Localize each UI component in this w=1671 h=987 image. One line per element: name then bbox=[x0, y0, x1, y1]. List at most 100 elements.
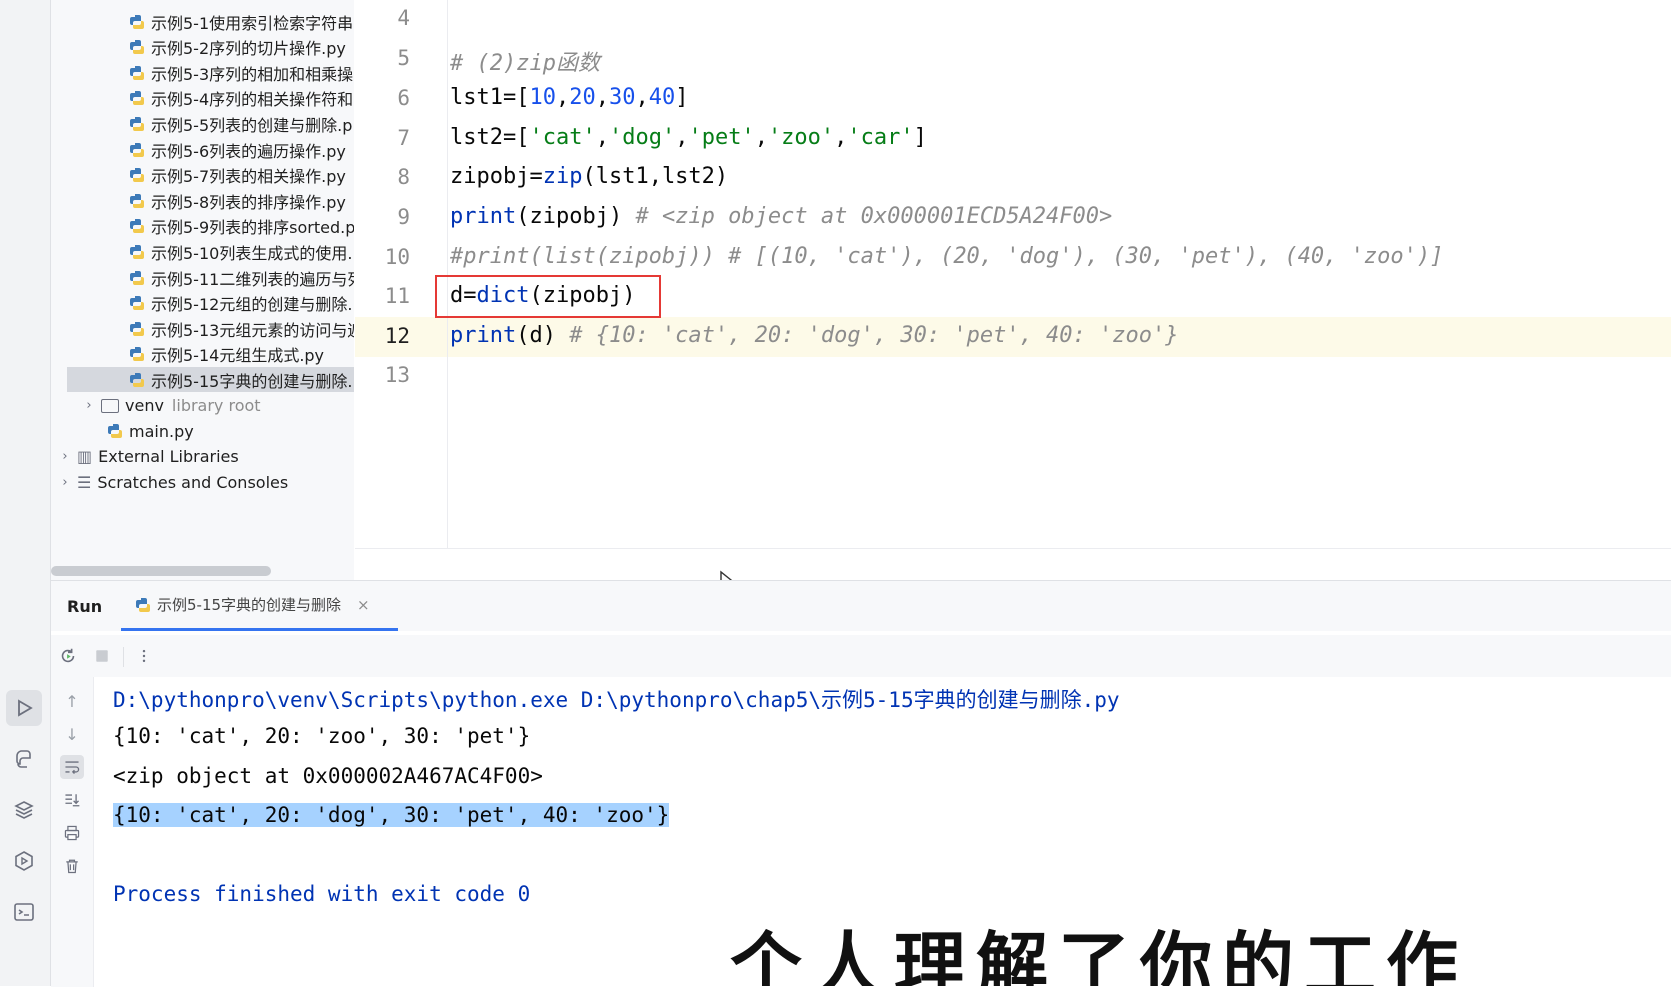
code-text: , bbox=[555, 85, 570, 110]
code-line-12[interactable]: print(d) # {10: 'cat', 20: 'dog', 30: 'p… bbox=[450, 323, 1179, 348]
code-string: 'dog' bbox=[608, 125, 676, 150]
code-text: (d) bbox=[516, 323, 570, 348]
project-file-item[interactable]: 示例5-13元组元素的访问与遍 bbox=[129, 316, 354, 341]
python-file-icon bbox=[130, 372, 144, 387]
python-file-icon bbox=[130, 14, 144, 29]
python-icon bbox=[16, 750, 31, 768]
file-name: 示例5-2序列的切片操作.py bbox=[151, 39, 346, 59]
project-file-item[interactable]: 示例5-3序列的相加和相乘操 bbox=[129, 60, 353, 85]
code-comment: #print(list(zipobj)) # [(10, 'cat'), (20… bbox=[450, 244, 1444, 269]
soft-wrap-icon bbox=[65, 761, 80, 775]
run-config-tab[interactable]: 示例5-15字典的创建与删除 × bbox=[121, 581, 398, 631]
code-text: (lst1,lst2) bbox=[582, 164, 729, 189]
python-file-icon bbox=[130, 116, 144, 131]
project-tree-scrollbar[interactable] bbox=[51, 566, 271, 576]
external-libraries-item[interactable]: › ▥ External Libraries bbox=[57, 444, 238, 469]
selected-text: {10: 'cat', 20: 'dog', 30: 'pet', 40: 'z… bbox=[113, 803, 670, 827]
stop-button[interactable] bbox=[91, 645, 113, 667]
terminal-icon bbox=[14, 903, 34, 921]
python-file-icon bbox=[130, 321, 144, 336]
scratches-and-consoles-item[interactable]: › ☰ Scratches and Consoles bbox=[57, 470, 288, 495]
toolbar-divider bbox=[123, 647, 124, 667]
file-name: 示例5-5列表的创建与删除.p bbox=[151, 115, 353, 135]
soft-wrap-button[interactable] bbox=[60, 755, 84, 779]
file-name: 示例5-9列表的排序sorted.p bbox=[151, 218, 354, 238]
folder-note: library root bbox=[171, 396, 261, 415]
close-icon[interactable]: × bbox=[357, 596, 370, 614]
code-text: (zipobj) bbox=[516, 204, 636, 229]
project-file-item[interactable]: 示例5-7列表的相关操作.py bbox=[129, 163, 346, 188]
project-file-item[interactable]: 示例5-15字典的创建与删除. bbox=[67, 367, 354, 393]
project-file-item[interactable]: 示例5-12元组的创建与删除. bbox=[129, 291, 352, 316]
code-line-7[interactable]: lst2=['cat','dog','pet','zoo','car'] bbox=[450, 125, 927, 150]
file-name: 示例5-11二维列表的遍历与列 bbox=[151, 269, 354, 289]
project-file-item[interactable]: 示例5-2序列的切片操作.py bbox=[129, 35, 346, 60]
run-tool-button[interactable] bbox=[6, 690, 42, 726]
services-tool-button[interactable] bbox=[6, 843, 42, 879]
rerun-button[interactable] bbox=[57, 645, 79, 667]
scroll-down-button[interactable]: ↓ bbox=[60, 722, 84, 746]
project-file-item[interactable]: 示例5-10列表生成式的使用. bbox=[129, 239, 352, 264]
project-file-item[interactable]: 示例5-1使用索引检索字符串 bbox=[129, 9, 353, 34]
terminal-tool-button[interactable] bbox=[6, 894, 42, 930]
project-file-item[interactable]: 示例5-5列表的创建与删除.p bbox=[129, 111, 352, 136]
console-command-line: D:\pythonpro\venv\Scripts\python.exe D:\… bbox=[113, 688, 1120, 712]
line-number: 4 bbox=[397, 6, 410, 30]
code-text: , bbox=[595, 125, 609, 150]
scroll-to-end-button[interactable] bbox=[60, 788, 84, 812]
code-comment: # (2)zip函数 bbox=[450, 51, 600, 76]
services-icon bbox=[15, 851, 33, 871]
chevron-right-icon: › bbox=[62, 449, 68, 465]
code-text: ] bbox=[675, 85, 689, 110]
console-output-line: <zip object at 0x000002A467AC4F00> bbox=[113, 764, 543, 788]
project-file-item[interactable]: main.py bbox=[107, 419, 194, 444]
file-name: 示例5-15字典的创建与删除. bbox=[151, 371, 353, 391]
code-text: , bbox=[635, 85, 649, 110]
project-file-item[interactable]: 示例5-8列表的排序操作.py bbox=[129, 188, 346, 213]
python-file-icon bbox=[130, 347, 144, 362]
subtitle-overlay: 个人理解了你的工作 bbox=[730, 905, 1490, 986]
code-builtin: zip bbox=[542, 164, 583, 189]
annotation-highlight-box bbox=[435, 275, 661, 318]
python-console-button[interactable] bbox=[6, 741, 42, 777]
tool-window-strip bbox=[0, 0, 51, 986]
python-file-icon bbox=[130, 244, 144, 259]
line-number: 13 bbox=[384, 363, 410, 387]
code-string: 'car' bbox=[847, 125, 914, 150]
code-line-10[interactable]: #print(list(zipobj)) # [(10, 'cat'), (20… bbox=[450, 244, 1443, 269]
printer-icon bbox=[64, 825, 80, 841]
code-text: , bbox=[754, 125, 768, 150]
project-file-item[interactable]: 示例5-6列表的遍历操作.py bbox=[129, 137, 346, 162]
scroll-up-button[interactable]: ↑ bbox=[60, 689, 84, 713]
project-file-item[interactable]: 示例5-4序列的相关操作符和 bbox=[129, 86, 353, 111]
code-line-6[interactable]: lst1=[10,20,30,40] bbox=[450, 85, 688, 110]
project-tree-panel: 示例5-1使用索引检索字符串示例5-2序列的切片操作.py 示例5-3序列的相加和… bbox=[51, 0, 354, 580]
code-comment: # <zip object at 0x000001ECD5A24F00> bbox=[635, 204, 1113, 229]
code-line-9[interactable]: print(zipobj) # <zip object at 0x000001E… bbox=[450, 204, 1112, 229]
file-name: 示例5-8列表的排序操作.py bbox=[151, 192, 346, 212]
code-number: 10 bbox=[529, 85, 556, 110]
code-text: , bbox=[834, 125, 848, 150]
project-file-item[interactable]: 示例5-11二维列表的遍历与列 bbox=[129, 265, 354, 290]
more-options-button[interactable] bbox=[133, 645, 155, 667]
console-side-toolbar: ↑ ↓ bbox=[51, 677, 94, 987]
python-file-icon bbox=[108, 424, 122, 439]
print-button[interactable] bbox=[60, 821, 84, 845]
clear-console-button[interactable] bbox=[60, 854, 84, 878]
subtitle-text: 个人理解了你的工作 bbox=[730, 924, 1469, 986]
project-folder-venv[interactable]: › venv library root bbox=[81, 393, 261, 418]
file-name: 示例5-3序列的相加和相乘操 bbox=[151, 64, 354, 84]
chevron-right-icon: › bbox=[62, 474, 68, 490]
chevron-right-icon: › bbox=[86, 398, 92, 413]
project-file-item[interactable]: 示例5-14元组生成式.py bbox=[129, 342, 324, 367]
code-line-5[interactable]: # (2)zip函数 bbox=[450, 45, 600, 77]
run-toolbar bbox=[51, 635, 1671, 677]
project-file-item[interactable]: 示例5-9列表的排序sorted.p bbox=[129, 214, 354, 239]
code-line-8[interactable]: zipobj=zip(lst1,lst2) bbox=[450, 164, 728, 189]
console-output-line: {10: 'cat', 20: 'zoo', 30: 'pet'} bbox=[113, 724, 531, 748]
arrow-up-icon: ↑ bbox=[65, 691, 79, 711]
code-text: zipobj= bbox=[450, 164, 543, 189]
line-number: 6 bbox=[397, 86, 410, 110]
layers-tool-button[interactable] bbox=[6, 792, 42, 828]
file-name: 示例5-6列表的遍历操作.py bbox=[151, 141, 346, 161]
